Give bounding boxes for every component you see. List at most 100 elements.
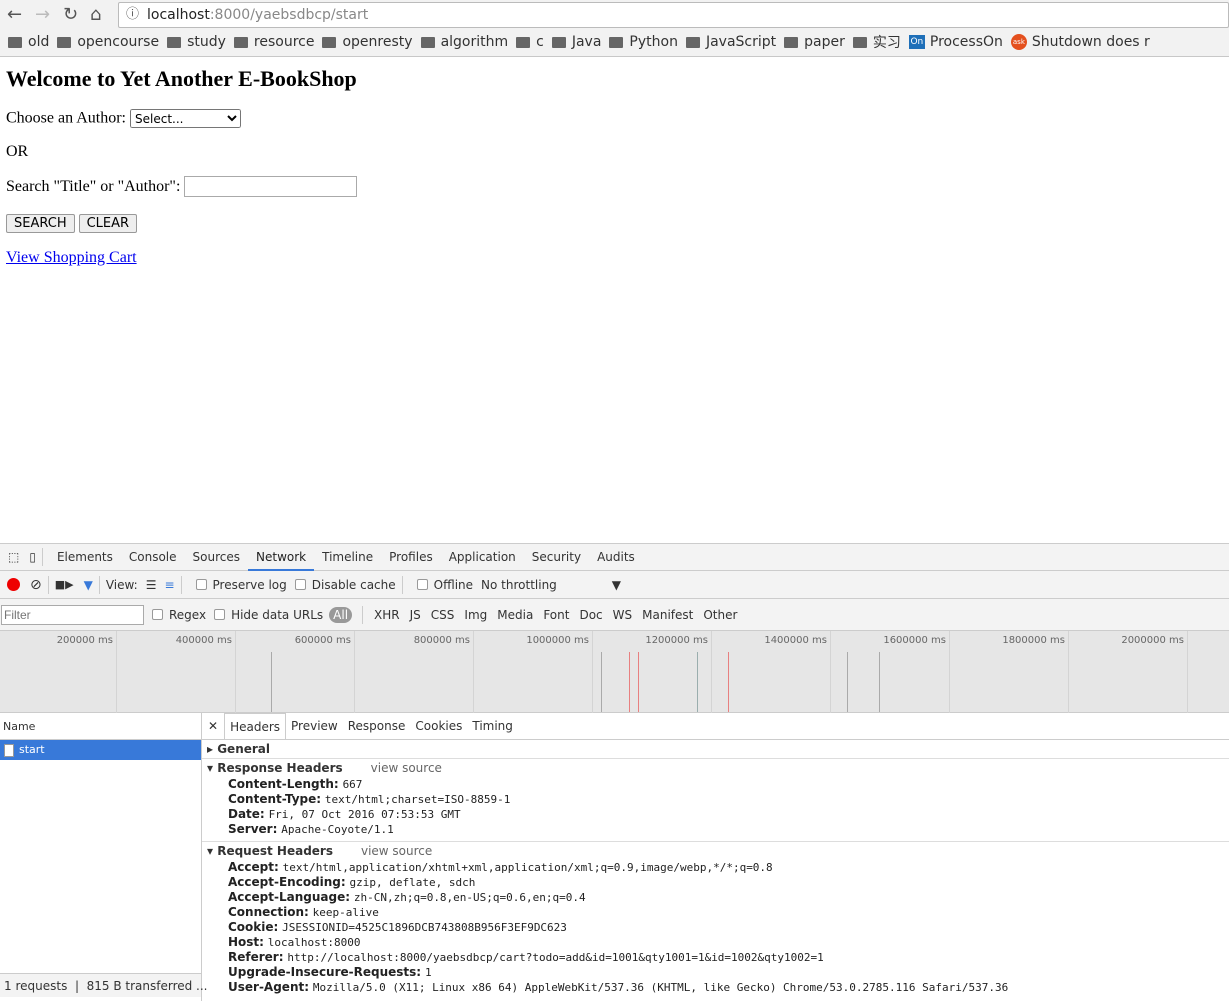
back-icon[interactable]: ←	[7, 4, 22, 25]
header-value: zh-CN,zh;q=0.8,en-US;q=0.6,en;q=0.4	[353, 891, 586, 904]
disable-cache-label: Disable cache	[311, 577, 396, 592]
close-icon[interactable]: ✕	[208, 719, 218, 733]
filter-type-manifest[interactable]: Manifest	[642, 608, 693, 622]
general-section[interactable]: ▸ General	[202, 740, 1229, 759]
disable-cache-checkbox[interactable]	[294, 579, 306, 590]
forward-icon[interactable]: →	[35, 4, 50, 25]
tab-timeline[interactable]: Timeline	[314, 544, 381, 571]
info-icon: ⓘ	[126, 7, 140, 22]
view-source-link[interactable]: view source	[371, 761, 442, 775]
header-name: Upgrade-Insecure-Requests:	[228, 965, 422, 979]
header-value: localhost:8000	[267, 936, 361, 949]
bookmark-8[interactable]: Python	[609, 31, 678, 53]
reload-icon[interactable]: ↻	[63, 4, 78, 25]
filter-type-doc[interactable]: Doc	[579, 608, 602, 622]
filter-type-xhr[interactable]: XHR	[374, 608, 400, 622]
tab-sources[interactable]: Sources	[185, 544, 248, 571]
folder-icon	[57, 36, 72, 48]
regex-checkbox[interactable]	[152, 609, 163, 620]
device-icon[interactable]: ▯	[29, 550, 36, 564]
bookmark-12[interactable]: On ProcessOn	[908, 31, 1003, 53]
timeline-event	[879, 652, 881, 712]
bookmark-label: paper	[804, 34, 845, 50]
tab-application[interactable]: Application	[441, 544, 524, 571]
bookmark-6[interactable]: c	[516, 31, 544, 53]
header-value: gzip, deflate, sdch	[349, 876, 476, 889]
view-label: View:	[105, 577, 138, 592]
header-name: Content-Length:	[228, 777, 339, 791]
header-name: Accept:	[228, 860, 279, 874]
header-name: Referer:	[228, 950, 284, 964]
header-name: Date:	[228, 807, 265, 821]
filter-type-ws[interactable]: WS	[613, 608, 632, 622]
filter-type-js[interactable]: JS	[410, 608, 421, 622]
request-row[interactable]: start	[0, 740, 201, 760]
tab-audits[interactable]: Audits	[589, 544, 643, 571]
bookmark-3[interactable]: resource	[233, 31, 314, 53]
view-cart-link[interactable]: View Shopping Cart	[6, 249, 137, 266]
detail-tab-cookies[interactable]: Cookies	[410, 713, 467, 739]
response-headers-section[interactable]: ▾ Response Headers view source	[202, 759, 1229, 777]
bookmark-7[interactable]: Java	[551, 31, 601, 53]
request-headers-section[interactable]: ▾ Request Headers view source	[202, 842, 1229, 860]
tab-security[interactable]: Security	[524, 544, 589, 571]
folder-icon	[784, 36, 799, 48]
header-name: Cookie:	[228, 920, 279, 934]
header-row: Accept-Encoding: gzip, deflate, sdch	[202, 875, 1229, 890]
list-view-icon[interactable]: ☰	[146, 578, 157, 592]
folder-icon	[609, 36, 624, 48]
filter-input[interactable]	[1, 604, 144, 625]
clear-icon[interactable]: ⊘	[30, 577, 42, 593]
bookmark-5[interactable]: algorithm	[420, 31, 508, 53]
name-column-header[interactable]: Name	[0, 713, 201, 740]
timeline-tick: 400000 ms	[117, 631, 236, 713]
or-text: OR	[6, 143, 29, 160]
page-content: Welcome to Yet Another E-BookShop Choose…	[6, 57, 358, 267]
filter-type-font[interactable]: Font	[543, 608, 569, 622]
tab-network[interactable]: Network	[248, 544, 315, 571]
filter-type-all[interactable]: All	[329, 606, 353, 623]
header-name: Connection:	[228, 905, 309, 919]
timeline-tick: 1200000 ms	[593, 631, 712, 713]
filter-type-media[interactable]: Media	[497, 608, 533, 622]
search-button[interactable]: SEARCH	[6, 214, 75, 233]
throttling-select[interactable]: No throttling ▼	[481, 578, 621, 592]
filter-icon[interactable]: ▼	[84, 578, 93, 592]
timeline-event	[847, 652, 849, 712]
home-icon[interactable]: ⌂	[90, 4, 101, 25]
waterfall-view-icon[interactable]: ≡	[164, 578, 174, 592]
bookmark-label: Python	[629, 34, 678, 50]
bookmark-1[interactable]: opencourse	[57, 31, 159, 53]
filter-type-css[interactable]: CSS	[431, 608, 455, 622]
camera-icon[interactable]: ■▶	[55, 578, 74, 591]
bookmark-10[interactable]: paper	[784, 31, 845, 53]
inspect-icon[interactable]: ⬚	[8, 550, 19, 564]
detail-tab-preview[interactable]: Preview	[286, 713, 343, 739]
bookmark-label: opencourse	[77, 34, 160, 50]
bookmark-13[interactable]: ask Shutdown does r	[1010, 31, 1150, 53]
view-source-link[interactable]: view source	[361, 844, 432, 858]
detail-tab-timing[interactable]: Timing	[467, 713, 518, 739]
bookmark-11[interactable]: 实习	[852, 31, 901, 53]
search-input[interactable]	[184, 176, 358, 197]
bookmark-0[interactable]: old	[8, 31, 49, 53]
tab-console[interactable]: Console	[121, 544, 185, 571]
preserve-log-checkbox[interactable]	[195, 579, 207, 590]
offline-checkbox[interactable]	[416, 579, 428, 590]
detail-tab-response[interactable]: Response	[343, 713, 411, 739]
tab-profiles[interactable]: Profiles	[381, 544, 441, 571]
detail-tab-headers[interactable]: Headers	[224, 713, 287, 739]
bookmark-2[interactable]: study	[167, 31, 226, 53]
header-row: Content-Length: 667	[202, 777, 1229, 792]
author-select[interactable]: Select...	[130, 109, 241, 128]
hide-data-urls-checkbox[interactable]	[214, 609, 226, 620]
bookmark-4[interactable]: openresty	[322, 31, 413, 53]
address-bar[interactable]: ⓘ localhost:8000/yaebsdbcp/start	[118, 2, 1229, 28]
network-overview[interactable]: 200000 ms 400000 ms 600000 ms 800000 ms 1000…	[0, 631, 1229, 713]
record-icon[interactable]	[7, 578, 20, 591]
filter-type-other[interactable]: Other	[703, 608, 737, 622]
bookmark-9[interactable]: JavaScript	[685, 31, 776, 53]
filter-type-img[interactable]: Img	[464, 608, 487, 622]
tab-elements[interactable]: Elements	[49, 544, 121, 571]
clear-button[interactable]: CLEAR	[78, 214, 138, 233]
